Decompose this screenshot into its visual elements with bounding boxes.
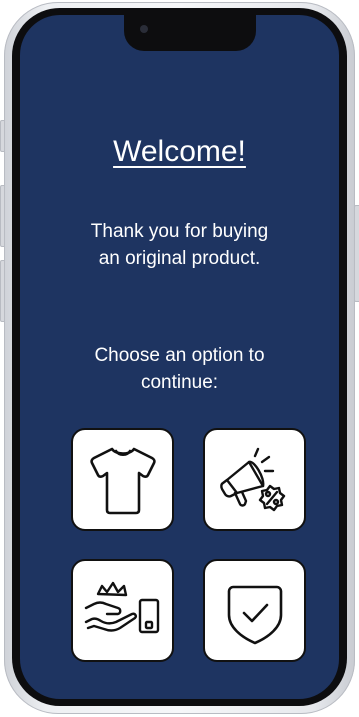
welcome-title-text: Welcome! (113, 135, 246, 168)
notch (124, 15, 256, 51)
prompt-line-1: Choose an option to (94, 345, 265, 366)
phone-screen: Welcome! Thank you for buying an origina… (20, 15, 339, 699)
thank-you-line-1: Thank you for buying (90, 221, 269, 242)
front-camera (140, 25, 148, 33)
t-shirt-icon (89, 447, 156, 514)
choose-option-prompt: Choose an option to continue: (30, 342, 329, 396)
thank-you-line-2: an original product. (98, 248, 261, 269)
welcome-title: Welcome! (20, 135, 339, 169)
option-tshirt-button[interactable] (71, 428, 174, 531)
shield-check-icon (227, 585, 282, 644)
megaphone-discount-icon (219, 447, 285, 511)
option-promotions-button[interactable] (203, 428, 306, 531)
hand-crown-phone-icon (84, 581, 159, 633)
phone-mockup: Welcome! Thank you for buying an origina… (0, 0, 359, 717)
option-warranty-button[interactable] (203, 559, 306, 662)
option-loyalty-button[interactable] (71, 559, 174, 662)
prompt-line-2: continue: (140, 372, 219, 393)
thank-you-message: Thank you for buying an original product… (30, 218, 329, 272)
